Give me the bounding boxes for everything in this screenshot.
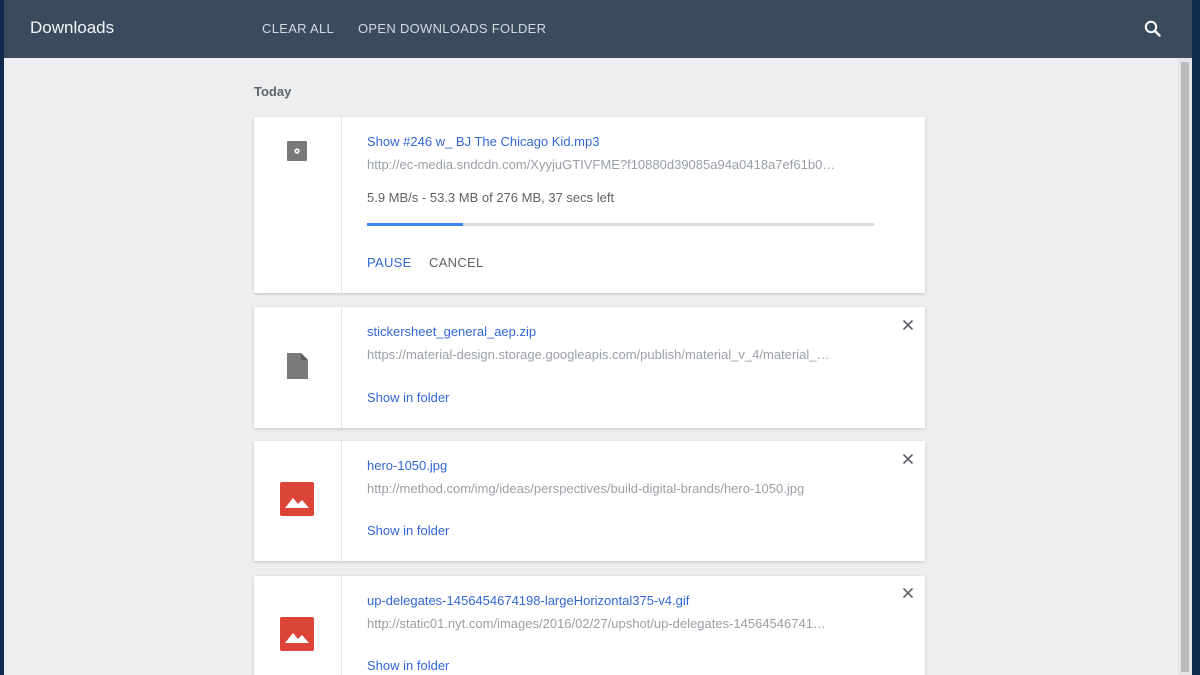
download-item: Show #246 w_ BJ The Chicago Kid.mp3 http…	[254, 117, 925, 293]
audio-file-icon	[287, 141, 307, 161]
close-icon	[902, 587, 914, 599]
pause-button[interactable]: PAUSE	[367, 255, 412, 270]
search-icon	[1144, 20, 1161, 37]
show-in-folder-link[interactable]: Show in folder	[367, 658, 449, 673]
show-in-folder-link[interactable]: Show in folder	[367, 523, 449, 538]
scrollbar-thumb[interactable]	[1181, 62, 1189, 672]
show-in-folder-link[interactable]: Show in folder	[367, 390, 449, 405]
download-item: hero-1050.jpg http://method.com/img/idea…	[254, 441, 925, 561]
source-url: http://ec-media.sndcdn.com/XyyjuGTIVFME?…	[367, 157, 836, 172]
file-name-link[interactable]: stickersheet_general_aep.zip	[367, 324, 536, 339]
file-icon	[287, 353, 308, 379]
file-icon-column	[254, 307, 342, 428]
source-url: https://material-design.storage.googleap…	[367, 347, 830, 362]
file-name-link[interactable]: up-delegates-1456454674198-largeHorizont…	[367, 593, 689, 608]
progress-bar	[367, 223, 874, 226]
download-item: stickersheet_general_aep.zip https://mat…	[254, 307, 925, 428]
date-section-label: Today	[254, 84, 292, 99]
clear-all-button[interactable]: CLEAR ALL	[262, 21, 334, 36]
image-icon	[280, 482, 314, 516]
page-title: Downloads	[30, 18, 115, 37]
image-icon	[280, 617, 314, 651]
progress-bar-fill	[367, 223, 464, 226]
remove-button[interactable]	[901, 586, 915, 600]
file-name-link[interactable]: hero-1050.jpg	[367, 458, 447, 473]
source-url: http://static01.nyt.com/images/2016/02/2…	[367, 616, 826, 631]
cancel-button[interactable]: CANCEL	[429, 255, 484, 270]
file-name-link[interactable]: Show #246 w_ BJ The Chicago Kid.mp3	[367, 134, 599, 149]
file-icon-column	[254, 576, 342, 675]
open-downloads-folder-button[interactable]: OPEN DOWNLOADS FOLDER	[358, 21, 546, 36]
file-icon-column	[254, 441, 342, 561]
remove-button[interactable]	[901, 318, 915, 332]
file-icon-column	[254, 117, 342, 293]
remove-button[interactable]	[901, 452, 915, 466]
downloads-window: Downloads CLEAR ALL OPEN DOWNLOADS FOLDE…	[4, 0, 1192, 675]
close-icon	[902, 319, 914, 331]
source-url: http://method.com/img/ideas/perspectives…	[367, 481, 805, 496]
download-status: 5.9 MB/s - 53.3 MB of 276 MB, 37 secs le…	[367, 190, 615, 205]
close-icon	[902, 453, 914, 465]
top-bar: Downloads CLEAR ALL OPEN DOWNLOADS FOLDE…	[4, 0, 1192, 58]
scrollbar[interactable]	[1178, 58, 1192, 675]
search-button[interactable]	[1142, 18, 1164, 40]
download-item: up-delegates-1456454674198-largeHorizont…	[254, 576, 925, 675]
